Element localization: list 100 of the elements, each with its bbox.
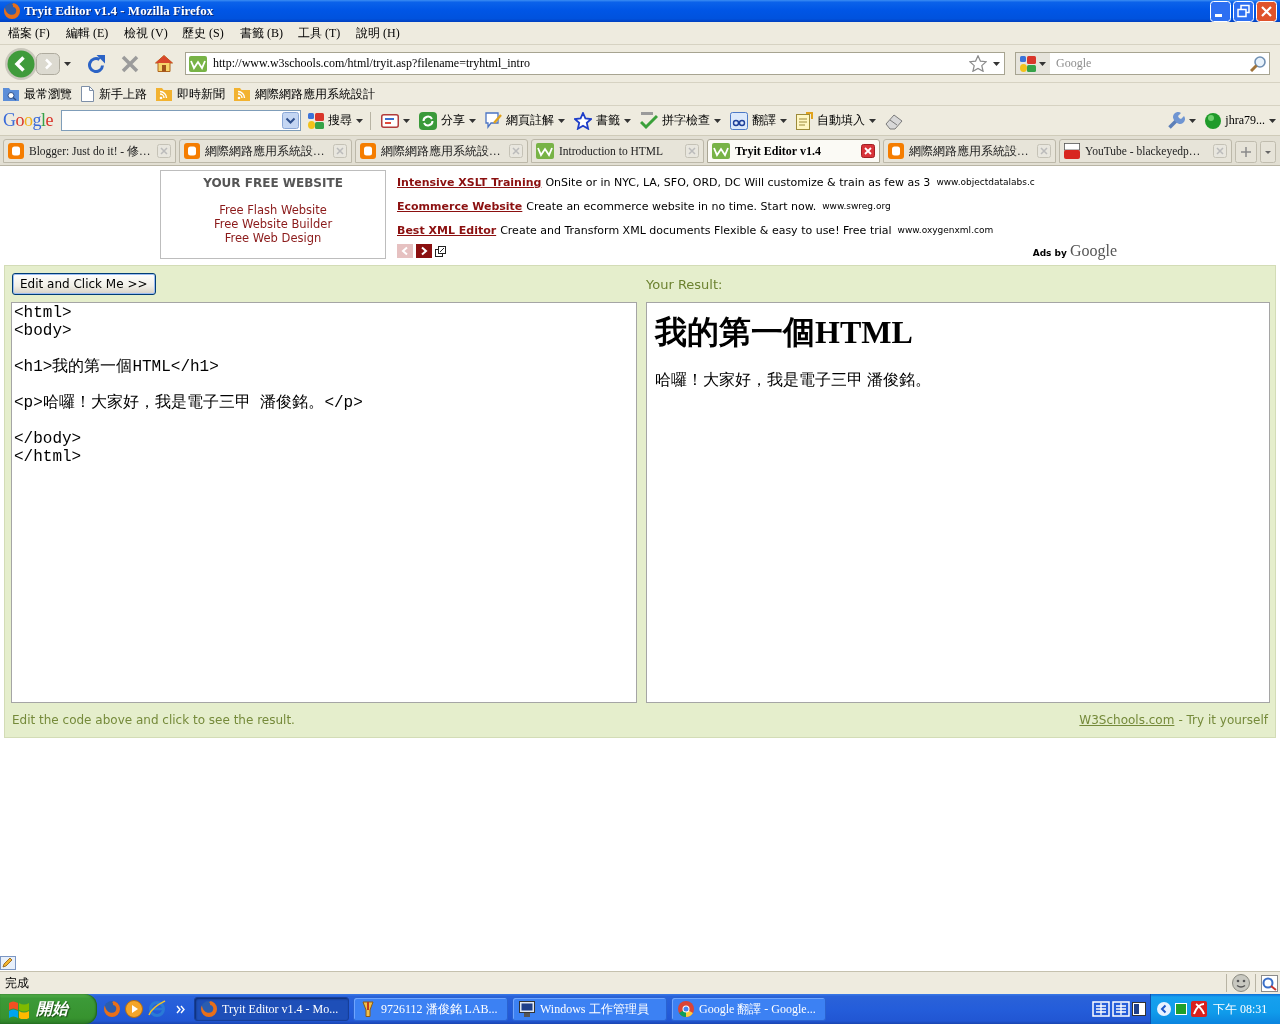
bookmark-item[interactable]: 新手上路 — [81, 85, 147, 103]
caret-icon[interactable] — [64, 61, 71, 66]
google-logo: Google — [1069, 242, 1117, 260]
caret-icon — [403, 118, 410, 123]
back-button[interactable] — [5, 47, 37, 80]
close-button[interactable] — [1256, 0, 1277, 22]
address-field[interactable]: http://www.w3schools.com/html/tryit.asp?filename=tryhtml_intro — [185, 52, 1005, 75]
chevron-icon[interactable] — [176, 1004, 185, 1014]
wrench-icon — [1167, 111, 1186, 130]
toolbar-button[interactable] — [1167, 111, 1197, 130]
result-heading: 我的第一個HTML — [655, 314, 914, 350]
square-tile-icon — [184, 143, 200, 159]
hint-text: Edit the code above and click to see the result. — [12, 713, 295, 727]
tab[interactable]: Tryit Editor v1.4 — [707, 139, 880, 163]
circles-tile-icon — [730, 111, 748, 130]
toolbar-button[interactable]: 翻譯 — [730, 111, 787, 130]
toolbar-button[interactable] — [381, 112, 410, 129]
search-field[interactable]: Google — [1015, 52, 1270, 75]
window-title: Tryit Editor v1.4 - Mozilla Firefox — [24, 3, 215, 19]
close-icon[interactable] — [861, 144, 875, 158]
menu-item[interactable]: 檔案 (F) — [2, 24, 60, 42]
toolbar-button[interactable]: 書籤 — [574, 111, 631, 130]
result-paragraph: 哈囉！大家好，我是電子三甲 潘俊銘。 — [655, 371, 932, 389]
tab[interactable]: 網際網路應用系統設… — [179, 139, 352, 163]
house-icon[interactable] — [155, 55, 173, 72]
page-icon — [81, 86, 94, 102]
menu-item[interactable]: 工具 (T) — [292, 24, 350, 42]
square-icon[interactable] — [1175, 1003, 1187, 1015]
toolbar-button[interactable]: 分享 — [419, 111, 476, 130]
tab[interactable]: Introduction to HTML — [531, 139, 704, 163]
monitor-icon — [519, 1001, 535, 1017]
ad-panel-title: YOUR FREE WEBSITE — [202, 176, 344, 190]
search-icon[interactable] — [1250, 55, 1266, 72]
menu-item[interactable]: 說明 (H) — [350, 24, 408, 42]
grid-icon[interactable] — [1112, 1000, 1130, 1018]
caret-icon — [356, 118, 363, 123]
ad-title-link[interactable]: Intensive XSLT Training — [397, 175, 542, 189]
taskbar-button[interactable]: 9726112 潘俊銘 LAB... — [353, 997, 508, 1021]
caret-icon — [558, 118, 565, 123]
pencil-icon[interactable] — [0, 956, 16, 970]
status-dot-icon — [1205, 112, 1222, 129]
star-icon[interactable] — [969, 55, 987, 72]
grid-icon[interactable] — [1092, 1000, 1110, 1018]
tab[interactable]: Blogger: Just do it! - 修… — [3, 139, 176, 163]
ads-by-text: Ads by — [1032, 248, 1067, 258]
ad-link[interactable]: Free Web Design — [224, 231, 322, 245]
edit-click-button[interactable]: Edit and Click Me >> — [12, 273, 156, 295]
chevron-icon[interactable] — [1157, 1002, 1171, 1016]
square-tile-icon — [8, 143, 24, 159]
check-icon — [640, 111, 658, 130]
smiley-icon[interactable] — [1232, 974, 1250, 992]
ad-title-link[interactable]: Ecommerce Website — [397, 199, 523, 213]
caret-icon — [714, 118, 721, 123]
star-icon — [574, 111, 592, 130]
ad-link[interactable]: Free Flash Website — [219, 203, 327, 217]
globe-icon — [4, 3, 20, 19]
circular-arrow-icon[interactable] — [87, 54, 105, 73]
orbit-icon[interactable] — [148, 1000, 166, 1018]
lens-tile-icon[interactable] — [1261, 974, 1278, 992]
caret-icon[interactable] — [993, 61, 1000, 66]
curve-tile-icon[interactable] — [1191, 1001, 1207, 1017]
tab[interactable]: YouTube - blackeyedp… — [1059, 139, 1232, 163]
caret-icon — [624, 118, 631, 123]
globe-icon — [201, 1001, 217, 1017]
toolbar-button[interactable]: 拼字檢查 — [640, 111, 721, 130]
account-button[interactable]: jhra79... — [1205, 112, 1276, 129]
wave-tile-icon — [189, 55, 207, 72]
toolbar-button[interactable]: 網頁註解 — [485, 111, 565, 130]
ad-url: www.swreg.org — [822, 201, 891, 211]
bookmark-item[interactable]: 最常瀏覽 — [3, 85, 72, 103]
taskbar-button[interactable]: Tryit Editor v1.4 - Mo... — [194, 997, 349, 1021]
bookmark-item[interactable]: 網際網路應用系統設計 — [234, 85, 375, 103]
cross-icon[interactable] — [121, 54, 139, 73]
window-icon[interactable] — [1132, 1002, 1146, 1016]
colored-blocks-icon — [308, 112, 324, 129]
ad-link[interactable]: Free Website Builder — [213, 217, 333, 231]
taskbar-button[interactable]: Windows 工作管理員 — [512, 997, 667, 1021]
card-icon — [381, 112, 399, 129]
toolbar-button[interactable]: 自動填入 — [796, 111, 876, 130]
bookmark-item[interactable]: 即時新聞 — [156, 85, 225, 103]
menu-item[interactable]: 編輯 (E) — [60, 24, 118, 42]
search-combobox[interactable] — [61, 110, 301, 131]
taskbar-button[interactable]: Google 翻譯 - Google... — [671, 997, 826, 1021]
restore-button[interactable] — [1233, 0, 1254, 22]
minimize-button[interactable] — [1210, 0, 1231, 22]
engine-selector[interactable] — [1016, 53, 1050, 74]
ad-text: Create an ecommerce website in no time. Start now. — [526, 199, 817, 213]
code-editor[interactable]: <html> <body> <h1>我的第一個HTML</h1> <p>哈囉！大家好，我是電子三甲 潘俊銘。</p> </body> </html> — [11, 302, 637, 703]
google-logo: Google — [3, 110, 53, 131]
menu-item[interactable]: 歷史 (S) — [176, 24, 234, 42]
play-icon[interactable] — [125, 1000, 143, 1018]
menu-item[interactable]: 檢視 (V) — [118, 24, 176, 42]
tab[interactable]: 網際網路應用系統設… — [355, 139, 528, 163]
speech-bubble-icon — [485, 111, 502, 130]
tab[interactable]: 網際網路應用系統設… — [883, 139, 1056, 163]
toolbar-button[interactable]: 搜尋 — [308, 112, 363, 129]
menu-item[interactable]: 書籤 (B) — [234, 24, 292, 42]
start-button[interactable]: 開始 — [0, 994, 97, 1024]
popup-icon[interactable] — [435, 245, 446, 257]
ad-title-link[interactable]: Best XML Editor — [397, 223, 497, 237]
